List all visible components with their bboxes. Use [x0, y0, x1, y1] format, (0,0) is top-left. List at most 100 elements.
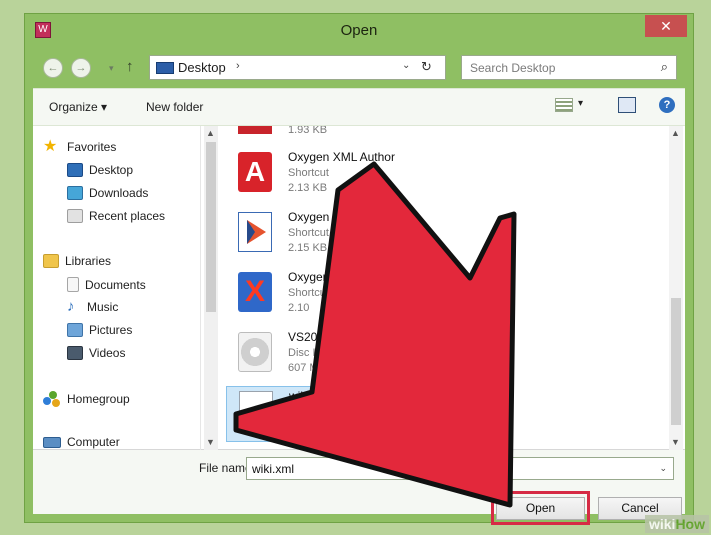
file-name: VS2012_W	[288, 330, 349, 344]
back-button[interactable]: ←	[43, 58, 63, 78]
file-size: 148 bytes	[289, 421, 337, 433]
oxygen-editor-icon: X	[238, 272, 272, 312]
sidebar-libraries-label: Libraries	[65, 254, 112, 268]
address-dropdown-icon[interactable]: ⌄	[402, 60, 410, 71]
sidebar-item-documents[interactable]: Documents	[67, 277, 146, 292]
sidebar-item-label: Recent places	[89, 209, 166, 223]
file-size: 2.10	[288, 302, 310, 314]
file-item-selected[interactable]: wiki.xml XML File 148 bytes	[226, 386, 399, 442]
homegroup-icon	[43, 391, 61, 407]
xml-document-icon	[239, 391, 273, 431]
videos-icon	[67, 346, 83, 360]
sidebar-item-label: Pictures	[89, 323, 133, 337]
oxygen-xml-icon	[238, 212, 272, 252]
scroll-up-icon[interactable]: ▲	[671, 128, 680, 138]
file-icon	[238, 126, 272, 134]
sidebar-item-label: Videos	[89, 346, 126, 360]
file-type-filter-value[interactable]: All	[500, 462, 513, 476]
navigation-pane: ★ Favorites Desktop Downloads Recent pla…	[33, 126, 201, 450]
file-list-scrollbar[interactable]: ▲ ▼	[669, 126, 683, 450]
sidebar-item-label: Desktop	[89, 163, 134, 177]
file-name-value[interactable]: wiki.xml	[252, 462, 294, 476]
sidebar-item-recent-places[interactable]: Recent places	[67, 209, 165, 223]
file-name: Oxygen XML Author	[288, 150, 395, 164]
address-location[interactable]: Desktop	[178, 60, 226, 75]
file-name: wiki.xml	[289, 389, 331, 403]
file-name-dropdown-icon[interactable]: ⌄	[474, 463, 482, 474]
dialog-footer: File name: wiki.xml ⌄ All ⌄ Open Cancel	[33, 450, 685, 525]
search-input[interactable]: Search Desktop ⌕	[461, 55, 677, 80]
address-bar[interactable]: Desktop › ⌄ ↻	[149, 55, 446, 80]
file-name: Oxygen XML Editor	[288, 270, 392, 284]
dialog-body: ★ Favorites Desktop Downloads Recent pla…	[33, 126, 685, 450]
open-dialog: W Open ✕ ← → ▾ ↑ Desktop › ⌄ ↻ Search De…	[24, 13, 694, 525]
pictures-icon	[67, 323, 83, 337]
file-item[interactable]: X Oxygen XML Editor Shortcut 2.10	[226, 268, 656, 324]
organize-menu[interactable]: Organize ▾	[49, 100, 107, 114]
sidebar-item-videos[interactable]: Videos	[67, 346, 125, 360]
wikihow-watermark: wikiHow	[644, 515, 709, 533]
file-type-dropdown-icon[interactable]: ⌄	[659, 463, 667, 474]
scrollbar-thumb[interactable]	[206, 142, 216, 312]
file-item[interactable]: 1.93 KB	[226, 126, 656, 146]
star-icon: ★	[43, 138, 58, 155]
file-type: Shortcut	[288, 227, 329, 239]
sidebar-libraries[interactable]: Libraries	[43, 254, 111, 268]
sidebar-item-desktop[interactable]: Desktop	[67, 163, 133, 177]
libraries-icon	[43, 254, 59, 268]
computer-icon	[43, 436, 61, 448]
disc-image-icon	[238, 332, 272, 372]
forward-button[interactable]: →	[71, 58, 91, 78]
command-toolbar: Organize ▾ New folder ▾ ?	[33, 88, 685, 126]
scrollbar-thumb[interactable]	[671, 298, 681, 425]
file-type: XML File	[289, 406, 332, 418]
sidebar-favorites[interactable]: ★ Favorites	[43, 138, 117, 155]
navigation-pane-scrollbar[interactable]: ▲ ▼	[204, 126, 218, 450]
change-view-icon[interactable]	[555, 98, 573, 112]
scroll-up-icon[interactable]: ▲	[206, 128, 215, 138]
music-icon: ♪	[67, 298, 75, 315]
recent-places-icon	[67, 209, 83, 223]
help-icon[interactable]: ?	[659, 97, 675, 113]
file-type: Shortcut	[288, 287, 329, 299]
desktop-folder-icon	[156, 62, 174, 74]
new-folder-button[interactable]: New folder	[146, 100, 203, 114]
file-size: 607 MB	[288, 362, 326, 374]
file-type-filter[interactable]: All ⌄	[494, 457, 674, 480]
file-type: Disc Image F	[288, 347, 353, 359]
search-icon[interactable]: ⌕	[661, 59, 668, 75]
sidebar-item-label: Documents	[85, 277, 146, 292]
sidebar-favorites-label: Favorites	[67, 140, 117, 154]
sidebar-item-music[interactable]: ♪ Music	[67, 298, 118, 315]
file-size: 2.13 KB	[288, 182, 328, 194]
file-item[interactable]: Oxygen XML Shortcut 2.15 KB	[226, 208, 656, 264]
search-placeholder: Search Desktop	[470, 61, 556, 75]
up-button[interactable]: ↑	[126, 57, 142, 77]
file-type: Shortcut	[288, 167, 329, 179]
breadcrumb-chevron-icon[interactable]: ›	[236, 60, 240, 72]
screenshot-frame: W Open ✕ ← → ▾ ↑ Desktop › ⌄ ↻ Search De…	[0, 0, 711, 535]
downloads-icon	[67, 186, 83, 200]
preview-pane-icon[interactable]	[618, 97, 636, 113]
sidebar-item-downloads[interactable]: Downloads	[67, 186, 148, 200]
title-bar: W Open ✕	[25, 14, 693, 46]
file-item[interactable]: VS2012_W Disc Image F 607 MB	[226, 328, 656, 384]
documents-icon	[67, 277, 79, 292]
history-dropdown-icon[interactable]: ▾	[109, 58, 114, 78]
sidebar-homegroup[interactable]: Homegroup	[43, 391, 130, 407]
file-size: 1.93 KB	[288, 126, 328, 136]
file-list: 1.93 KB A Oxygen XML Author Shortcut 2.1…	[226, 126, 666, 450]
sidebar-computer[interactable]: Computer	[43, 435, 120, 449]
watermark-part2: How	[675, 516, 705, 532]
scroll-down-icon[interactable]: ▼	[206, 437, 215, 447]
sidebar-item-pictures[interactable]: Pictures	[67, 323, 132, 337]
open-button-highlight	[491, 491, 590, 525]
file-item[interactable]: A Oxygen XML Author Shortcut 2.13 KB	[226, 148, 656, 204]
file-name-input[interactable]: wiki.xml ⌄	[246, 457, 488, 480]
close-button[interactable]: ✕	[645, 15, 687, 37]
sidebar-computer-label: Computer	[67, 435, 120, 449]
scroll-down-icon[interactable]: ▼	[671, 437, 680, 447]
window-title: Open	[340, 22, 378, 39]
refresh-icon[interactable]: ↻	[421, 59, 432, 75]
views-dropdown-icon[interactable]: ▾	[578, 98, 583, 109]
